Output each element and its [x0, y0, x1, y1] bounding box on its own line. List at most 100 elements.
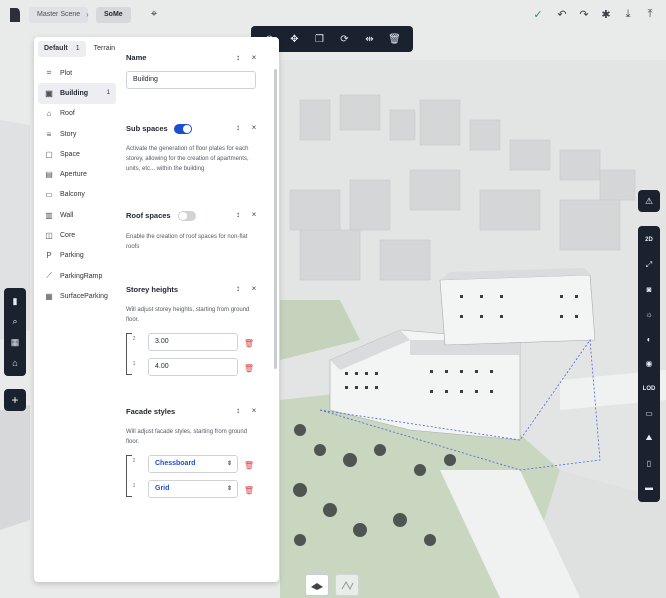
- facade-style-select-2[interactable]: Chessboard ⇕: [148, 455, 238, 473]
- facade-style-select-1[interactable]: Grid ⇕: [148, 480, 238, 498]
- sub-spaces-description: Activate the generation of floor plates …: [126, 146, 249, 172]
- add-button[interactable]: +: [4, 389, 26, 411]
- parking-icon: P: [46, 251, 52, 261]
- nav-item-label: Roof: [60, 110, 75, 118]
- undo-icon[interactable]: ↶: [554, 6, 570, 22]
- storey-row-index: 1: [132, 361, 136, 367]
- nav-item-label: ParkingRamp: [60, 272, 103, 280]
- storey-heights-heading: Storey heights: [126, 285, 179, 294]
- roof-spaces-toggle[interactable]: [178, 211, 196, 221]
- nav-item-core[interactable]: ◫ Core: [38, 225, 116, 245]
- sun-icon[interactable]: ☼: [641, 306, 657, 322]
- rotate-icon[interactable]: ⟳: [337, 31, 353, 47]
- tab-terrain[interactable]: Terrain: [88, 41, 121, 57]
- view-2d-button[interactable]: 2D: [641, 232, 657, 248]
- fullscreen-icon[interactable]: ⤢: [641, 257, 657, 273]
- facade-styles-move-icon[interactable]: ↕: [233, 406, 243, 415]
- properties-panel: Default 1 Terrain ⌗ Plot ▣ Building 1 ⌂ Roof ≡ St…: [34, 37, 279, 582]
- nav-item-label: Core: [60, 232, 76, 240]
- space-icon: ▢: [45, 149, 53, 159]
- storey-row-index: 2: [132, 336, 136, 342]
- mirror-icon[interactable]: ⇹: [362, 31, 378, 47]
- bug-icon[interactable]: ✱: [598, 6, 614, 22]
- lod-button[interactable]: LOD: [641, 381, 657, 397]
- check-icon[interactable]: ✓: [530, 6, 546, 22]
- sub-spaces-move-icon[interactable]: ↕: [233, 123, 243, 132]
- facade-styles-close-icon[interactable]: ×: [249, 406, 259, 415]
- panel-tabs: Default 1 Terrain: [38, 41, 121, 57]
- nav-item-parkingramp[interactable]: ⟋ ParkingRamp: [38, 266, 116, 286]
- minimize-icon[interactable]: ▬: [641, 480, 657, 496]
- camera-icon[interactable]: ◙: [641, 282, 657, 298]
- building-name-input[interactable]: Building: [126, 71, 256, 89]
- parking-ramp-icon: ⟋: [46, 271, 52, 281]
- trash-icon[interactable]: 🗑: [244, 338, 254, 348]
- warning-icon[interactable]: ⚠: [638, 190, 660, 212]
- nav-item-building[interactable]: ▣ Building 1: [38, 83, 116, 104]
- view-perspective-button[interactable]: [305, 574, 329, 596]
- monitor-icon[interactable]: ▭: [641, 406, 657, 422]
- nav-item-story[interactable]: ≡ Story: [38, 124, 116, 144]
- chart-icon[interactable]: ▮: [8, 294, 22, 308]
- roof-spaces-heading: Roof spaces: [126, 211, 171, 220]
- move-icon[interactable]: ✥: [287, 31, 303, 47]
- palette-icon[interactable]: ◐: [641, 331, 657, 347]
- toggle-knob: [183, 125, 191, 133]
- nav-item-roof[interactable]: ⌂ Roof: [38, 104, 116, 124]
- pin-icon[interactable]: ⌖: [146, 6, 162, 22]
- nav-item-label: Building: [60, 89, 88, 97]
- sub-spaces-toggle[interactable]: [174, 124, 192, 134]
- nav-item-surfaceparking[interactable]: ▦ SurfaceParking: [38, 286, 116, 306]
- facade-row-index: 1: [132, 483, 136, 489]
- breadcrumb-current[interactable]: SoMe: [96, 7, 131, 23]
- roof-spaces-close-icon[interactable]: ×: [249, 210, 259, 219]
- download-icon[interactable]: ⤓: [620, 6, 636, 22]
- tab-terrain-label: Terrain: [93, 45, 116, 52]
- trash-icon[interactable]: 🗑: [244, 485, 254, 495]
- panel-scrollbar[interactable]: [274, 69, 277, 369]
- app-logo-icon[interactable]: [8, 6, 22, 24]
- breadcrumb-root[interactable]: Master Scene: [29, 7, 89, 23]
- nav-item-label: Wall: [60, 211, 74, 219]
- tab-default-count: 1: [75, 45, 80, 52]
- nav-item-plot[interactable]: ⌗ Plot: [38, 63, 116, 83]
- nav-item-label: Story: [60, 130, 77, 138]
- perspective-icon: [311, 583, 323, 590]
- nav-item-balcony[interactable]: ▭ Balcony: [38, 185, 116, 205]
- terrain-icon[interactable]: ⛰: [641, 430, 657, 446]
- roof-spaces-description: Enable the creation of roof spaces for n…: [126, 234, 248, 250]
- tab-default[interactable]: Default 1: [38, 41, 86, 57]
- sub-spaces-close-icon[interactable]: ×: [249, 123, 259, 132]
- toggle-knob: [179, 212, 187, 220]
- name-close-icon[interactable]: ×: [249, 53, 259, 62]
- copy-icon[interactable]: ❐: [312, 31, 328, 47]
- chevron-updown-icon: ⇕: [226, 486, 232, 492]
- nav-item-wall[interactable]: ▥ Wall: [38, 205, 116, 225]
- nav-item-parking[interactable]: P Parking: [38, 246, 116, 266]
- storey-height-input-2[interactable]: 3.00: [148, 333, 238, 351]
- trash-icon[interactable]: 🗑: [244, 460, 254, 470]
- facade-row-index: 2: [132, 458, 136, 464]
- roof-spaces-move-icon[interactable]: ↕: [233, 210, 243, 219]
- storey-heights-close-icon[interactable]: ×: [249, 284, 259, 293]
- chevron-updown-icon: ⇕: [226, 461, 232, 467]
- eye-icon[interactable]: ◉: [641, 356, 657, 372]
- view-isometric-button[interactable]: [335, 574, 359, 596]
- facade-styles-heading: Facade styles: [126, 407, 176, 416]
- nav-item-label: SurfaceParking: [60, 292, 108, 300]
- nav-item-space[interactable]: ▢ Space: [38, 144, 116, 164]
- redo-icon[interactable]: ↷: [576, 6, 592, 22]
- storey-heights-move-icon[interactable]: ↕: [233, 284, 243, 293]
- layers-icon[interactable]: ▦: [8, 335, 22, 349]
- search-icon[interactable]: ⌕: [8, 315, 22, 329]
- name-move-icon[interactable]: ↕: [233, 53, 243, 62]
- home-icon[interactable]: ⌂: [8, 356, 22, 370]
- nav-item-aperture[interactable]: ▤ Aperture: [38, 164, 116, 184]
- phone-icon[interactable]: ▯: [641, 455, 657, 471]
- delete-icon[interactable]: 🗑: [387, 31, 403, 47]
- breadcrumb-chevron-icon: ›: [86, 10, 89, 19]
- upload-icon[interactable]: ⤒: [642, 6, 658, 22]
- storey-height-input-1[interactable]: 4.00: [148, 358, 238, 376]
- nav-item-label: Aperture: [60, 171, 87, 179]
- trash-icon[interactable]: 🗑: [244, 363, 254, 373]
